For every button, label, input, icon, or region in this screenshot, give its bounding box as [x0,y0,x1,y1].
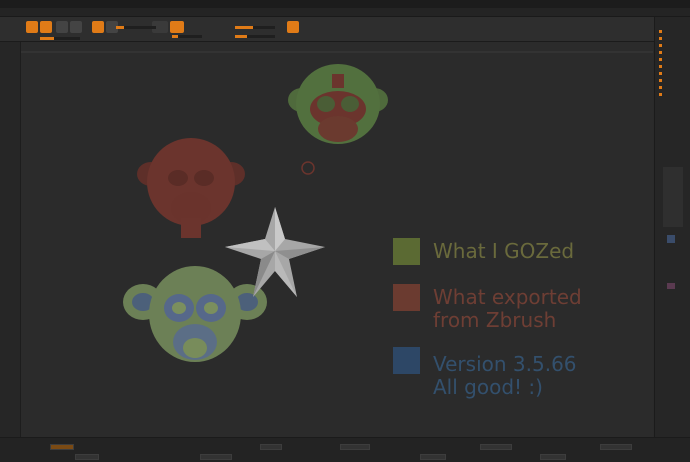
move-button[interactable] [56,21,68,33]
layer-icon[interactable] [667,235,675,243]
document-canvas[interactable]: What I GOZed What exported from Zbrush V… [21,42,653,437]
bottom-field[interactable] [260,444,282,450]
legend-label: Version 3.5.66 [433,352,577,376]
menu-bar [0,8,690,17]
bottom-slider[interactable] [50,444,74,450]
subtool-scroll-area[interactable] [663,167,683,227]
legend-label: All good! :) [433,375,543,399]
left-shelf [0,42,21,437]
gizmo-circle [301,161,315,175]
bottom-tray [0,437,690,462]
rgb-intensity-slider[interactable] [116,26,156,29]
scale-button[interactable] [70,21,82,33]
monkey-head-green-blue [123,266,267,362]
subtool-item[interactable] [659,43,689,48]
legend-swatch [393,284,420,311]
z-intensity-slider[interactable] [172,35,202,38]
monkey-head-green-red [288,64,388,144]
subtool-item[interactable] [659,92,689,97]
bottom-field[interactable] [200,454,232,460]
layer-icon[interactable] [667,283,675,289]
subtool-item[interactable] [659,29,689,34]
bottom-field[interactable] [420,454,446,460]
legend-label: from Zbrush [433,308,557,332]
subtool-item[interactable] [659,78,689,83]
bottom-field[interactable] [600,444,632,450]
subtool-item[interactable] [659,71,689,76]
legend-swatch [393,238,420,265]
subtool-item[interactable] [659,85,689,90]
legend-swatch [393,347,420,374]
legend-label: What exported [433,285,582,309]
brush-icon[interactable] [92,21,104,33]
subtool-panel [654,17,690,437]
focal-shift-slider[interactable] [235,26,275,29]
dynamic-button[interactable] [287,21,299,33]
bottom-field[interactable] [340,444,370,450]
draw-mode-button[interactable] [40,21,52,33]
bottom-field[interactable] [480,444,512,450]
subtool-item[interactable] [659,36,689,41]
star-primitive [225,207,325,297]
monkey-head-red [137,138,245,238]
subtool-item[interactable] [659,64,689,69]
top-toolbar [0,17,690,42]
top-progress-bar [40,37,80,40]
title-bar [0,0,690,8]
bottom-field[interactable] [75,454,99,460]
zadd-toggle[interactable] [170,21,184,33]
subtool-item[interactable] [659,50,689,55]
draw-size-slider[interactable] [235,35,275,38]
bottom-field[interactable] [540,454,566,460]
edit-mode-button[interactable] [26,21,38,33]
legend-label: What I GOZed [433,239,575,263]
subtool-item[interactable] [659,57,689,62]
